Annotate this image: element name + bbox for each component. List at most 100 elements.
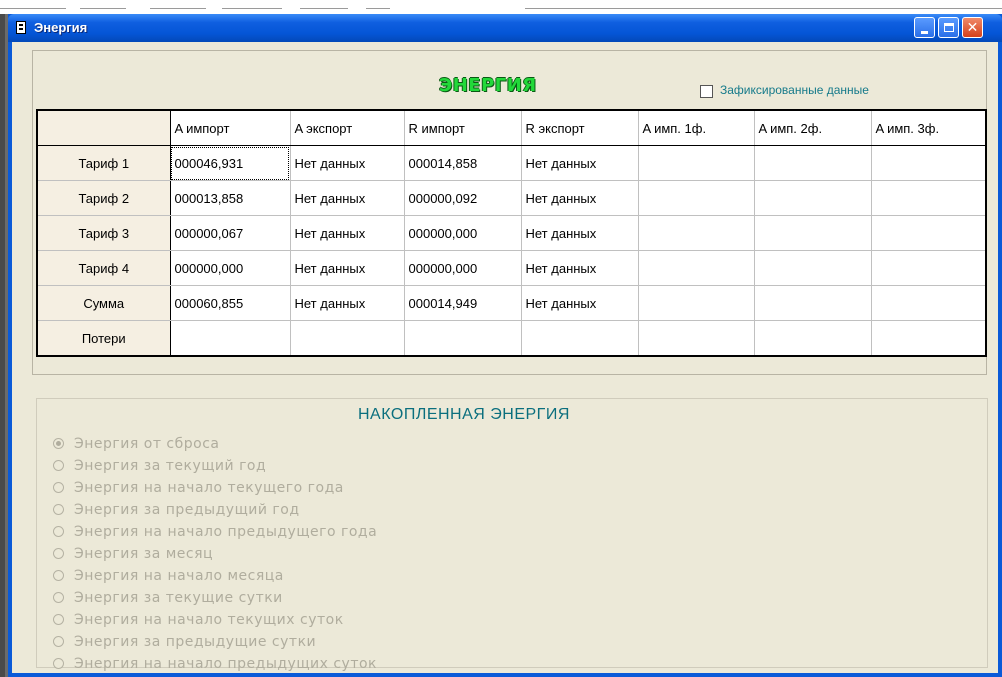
table-cell[interactable]: 000046,931: [169, 145, 291, 181]
table-cell[interactable]: [637, 180, 755, 216]
radio-option[interactable]: Энергия от сброса: [52, 433, 377, 455]
radio-option[interactable]: Энергия на начало предыдущего года: [52, 521, 377, 543]
radio-option-label: Энергия на начало текущих суток: [74, 612, 344, 628]
table-cell[interactable]: Нет данных: [520, 215, 639, 251]
table-cell[interactable]: 000000,067: [169, 215, 291, 251]
radio-icon[interactable]: [53, 658, 64, 669]
accumulated-energy-title: НАКОПЛЕННАЯ ЭНЕРГИЯ: [354, 406, 574, 424]
radio-option-label: Энергия за предыдущие сутки: [74, 634, 317, 650]
table-cell[interactable]: [870, 320, 987, 357]
table-corner-cell: [36, 109, 171, 146]
table-cell[interactable]: 000000,000: [403, 215, 522, 251]
table-row: Сумма 000060,855 Нет данных 000014,949 Нет д…: [36, 285, 987, 321]
row-header: Тариф 2: [36, 180, 171, 216]
table-cell[interactable]: [637, 215, 755, 251]
radio-icon[interactable]: [53, 438, 64, 449]
table-cell[interactable]: Нет данных: [289, 180, 405, 216]
table-cell[interactable]: [403, 320, 522, 357]
radio-option[interactable]: Энергия за текущий год: [52, 455, 377, 477]
row-header: Сумма: [36, 285, 171, 321]
table-cell[interactable]: 000000,092: [403, 180, 522, 216]
title-bar[interactable]: Энергия ✕: [8, 14, 1002, 42]
fixed-data-checkbox[interactable]: [700, 85, 713, 98]
table-cell[interactable]: [289, 320, 405, 357]
table-cell[interactable]: [753, 250, 872, 286]
window-client-area: ЭНЕРГИЯ Зафиксированные данные A импорт A…: [12, 42, 998, 673]
table-cell[interactable]: [870, 180, 987, 216]
table-cell[interactable]: [753, 145, 872, 181]
background-divider: [366, 8, 390, 9]
table-cell[interactable]: 000014,858: [403, 145, 522, 181]
table-cell[interactable]: 000013,858: [169, 180, 291, 216]
radio-option[interactable]: Энергия за предыдущий год: [52, 499, 377, 521]
maximize-button[interactable]: [938, 17, 959, 38]
radio-option[interactable]: Энергия за текущие сутки: [52, 587, 377, 609]
table-cell[interactable]: 000000,000: [403, 250, 522, 286]
background-top-strip: [0, 0, 1002, 14]
background-divider: [80, 8, 126, 9]
radio-icon[interactable]: [53, 636, 64, 647]
table-cell[interactable]: Нет данных: [520, 250, 639, 286]
minimize-icon: [921, 30, 928, 34]
radio-icon[interactable]: [53, 592, 64, 603]
row-header: Тариф 1: [36, 145, 171, 181]
close-button[interactable]: ✕: [962, 17, 983, 38]
radio-icon[interactable]: [53, 570, 64, 581]
column-header: A имп. 3ф.: [870, 109, 987, 146]
radio-option[interactable]: Энергия на начало предыдущих суток: [52, 653, 377, 675]
background-divider: [0, 8, 66, 9]
table-cell[interactable]: Нет данных: [289, 285, 405, 321]
background-window-edge: [0, 14, 8, 677]
table-cell[interactable]: 000060,855: [169, 285, 291, 321]
column-header: A импорт: [169, 109, 291, 146]
table-cell[interactable]: 000000,000: [169, 250, 291, 286]
table-cell[interactable]: 000014,949: [403, 285, 522, 321]
radio-option[interactable]: Энергия за месяц: [52, 543, 377, 565]
radio-option[interactable]: Энергия на начало месяца: [52, 565, 377, 587]
table-cell[interactable]: [870, 250, 987, 286]
fixed-data-label[interactable]: Зафиксированные данные: [720, 83, 869, 97]
background-divider: [525, 8, 1002, 9]
radio-option[interactable]: Энергия на начало текущего года: [52, 477, 377, 499]
table-cell[interactable]: [637, 250, 755, 286]
table-cell[interactable]: Нет данных: [520, 180, 639, 216]
table-cell[interactable]: [169, 320, 291, 357]
table-cell[interactable]: [753, 180, 872, 216]
radio-option[interactable]: Энергия на начало текущих суток: [52, 609, 377, 631]
table-cell[interactable]: [870, 145, 987, 181]
radio-option-label: Энергия на начало предыдущих суток: [74, 656, 378, 672]
table-cell[interactable]: Нет данных: [289, 215, 405, 251]
column-header: A имп. 2ф.: [753, 109, 872, 146]
radio-option-label: Энергия за текущий год: [74, 458, 267, 474]
table-cell[interactable]: [753, 285, 872, 321]
minimize-button[interactable]: [914, 17, 935, 38]
table-cell[interactable]: [870, 215, 987, 251]
radio-option[interactable]: Энергия за предыдущие сутки: [52, 631, 377, 653]
table-cell[interactable]: [753, 215, 872, 251]
accumulated-energy-options: Энергия от сброса Энергия за текущий год Э…: [52, 433, 377, 675]
table-cell[interactable]: [870, 285, 987, 321]
table-cell[interactable]: [637, 285, 755, 321]
table-cell[interactable]: [520, 320, 639, 357]
row-header: Тариф 4: [36, 250, 171, 286]
radio-icon[interactable]: [53, 614, 64, 625]
table-cell[interactable]: Нет данных: [520, 145, 639, 181]
energy-window: Энергия ✕ ЭНЕРГИЯ Зафиксированные данные…: [8, 14, 1002, 677]
radio-icon[interactable]: [53, 526, 64, 537]
table-cell[interactable]: [753, 320, 872, 357]
background-divider: [222, 8, 282, 9]
radio-icon[interactable]: [53, 504, 64, 515]
table-cell[interactable]: Нет данных: [289, 250, 405, 286]
window-title: Энергия: [34, 20, 88, 35]
table-cell[interactable]: Нет данных: [520, 285, 639, 321]
table-cell[interactable]: [637, 320, 755, 357]
document-icon[interactable]: [16, 21, 26, 34]
background-divider: [300, 8, 348, 9]
table-cell[interactable]: Нет данных: [289, 145, 405, 181]
table-cell[interactable]: [637, 145, 755, 181]
radio-icon[interactable]: [53, 482, 64, 493]
radio-icon[interactable]: [53, 460, 64, 471]
radio-icon[interactable]: [53, 548, 64, 559]
radio-option-label: Энергия на начало текущего года: [74, 480, 344, 496]
table-header-row: A импорт A экспорт R импорт R экспорт A имп.…: [36, 109, 987, 146]
